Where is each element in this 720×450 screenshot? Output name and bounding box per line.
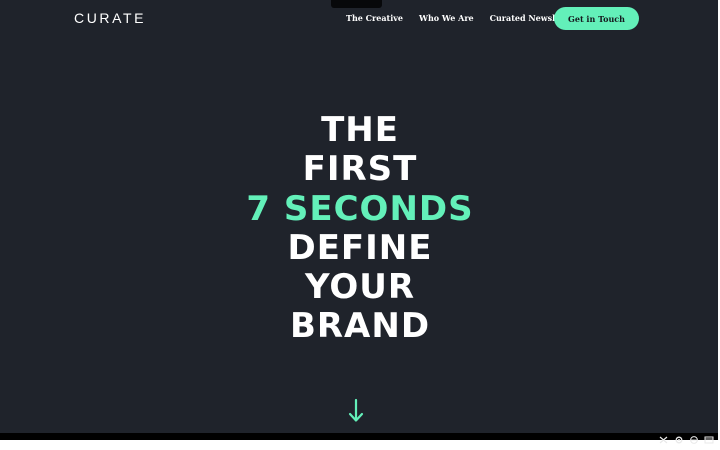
- hero-line: BRAND: [289, 306, 431, 347]
- hero-line: YOUR: [304, 267, 416, 308]
- window-icon[interactable]: [704, 436, 714, 444]
- get-in-touch-button[interactable]: Get in Touch: [554, 7, 639, 30]
- landing-page: CURATE The Creative Who We Are Curated N…: [0, 0, 720, 440]
- camera-notch: [331, 0, 382, 8]
- globe-icon[interactable]: [689, 436, 699, 444]
- hero-line-accent: 7 SECONDS: [246, 188, 474, 229]
- hero-line: FIRST: [302, 149, 418, 190]
- hero-line: THE: [321, 110, 399, 150]
- hero-line: DEFINE: [287, 227, 433, 268]
- cut-icon[interactable]: [659, 436, 669, 444]
- nav-link-who-we-are[interactable]: Who We Are: [419, 13, 474, 23]
- system-tray: [659, 436, 714, 444]
- arrow-down-icon[interactable]: [347, 398, 365, 424]
- taskbar: [0, 433, 720, 440]
- hero-headline: THE FIRST 7 SECONDS DEFINE YOUR BRAND: [0, 110, 720, 347]
- nav-link-the-creative[interactable]: The Creative: [346, 13, 403, 23]
- site-logo[interactable]: CURATE: [74, 10, 146, 26]
- gear-icon[interactable]: [674, 436, 684, 444]
